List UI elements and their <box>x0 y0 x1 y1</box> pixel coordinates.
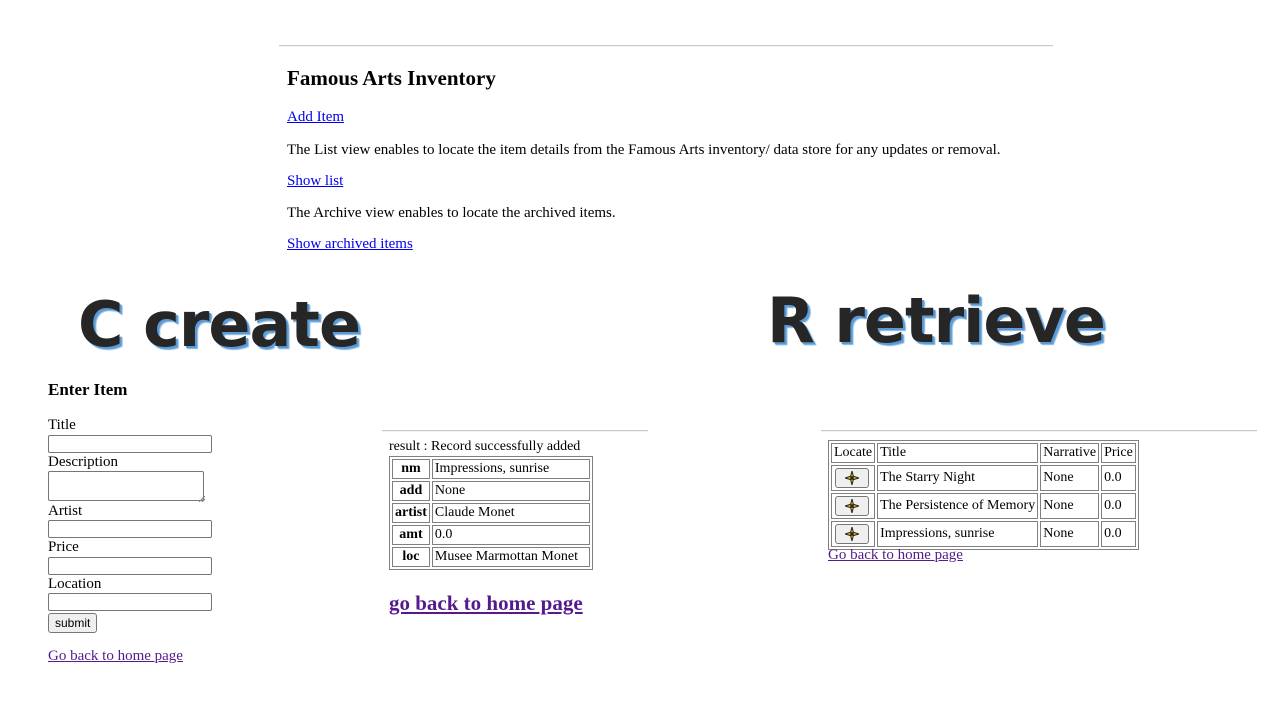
list-back-link[interactable]: Go back to home page <box>828 547 963 564</box>
archive-view-description: The Archive view enables to locate the a… <box>287 205 616 221</box>
locate-button[interactable] <box>835 496 869 516</box>
retrieve-heading: R retrieve <box>767 284 1106 357</box>
artist-input[interactable] <box>48 520 212 538</box>
result-back-link[interactable]: go back to home page <box>389 591 583 616</box>
location-input[interactable] <box>48 593 212 611</box>
price-input[interactable] <box>48 557 212 575</box>
result-divider <box>382 430 648 432</box>
price-cell: 0.0 <box>1101 465 1136 491</box>
sparkle-icon <box>845 499 859 513</box>
price-cell: 0.0 <box>1101 521 1136 547</box>
submit-button[interactable]: submit <box>48 613 98 633</box>
description-textarea[interactable] <box>48 471 204 501</box>
table-row: artist Claude Monet <box>392 503 590 523</box>
price-cell: 0.0 <box>1101 493 1136 519</box>
header-narrative: Narrative <box>1040 443 1100 463</box>
table-row: add None <box>392 481 590 501</box>
narrative-cell: None <box>1040 465 1100 491</box>
table-row: amt 0.0 <box>392 525 590 545</box>
sparkle-icon <box>845 471 859 485</box>
item-list-table: Locate Title Narrative Price The Starry … <box>828 440 1139 550</box>
show-list-link[interactable]: Show list <box>287 173 343 190</box>
table-row: nm Impressions, sunrise <box>392 459 590 479</box>
list-divider <box>821 430 1257 432</box>
title-input[interactable] <box>48 435 212 453</box>
location-label: Location <box>48 576 102 592</box>
title-cell: The Persistence of Memory <box>877 493 1039 519</box>
title-cell: Impressions, sunrise <box>877 521 1039 547</box>
locate-cell <box>831 521 876 547</box>
result-status: result : Record successfully added <box>389 439 581 454</box>
title-cell: The Starry Night <box>877 465 1039 491</box>
table-row: The Persistence of Memory None 0.0 <box>831 493 1136 519</box>
form-title: Enter Item <box>48 380 128 399</box>
table-row: The Starry Night None 0.0 <box>831 465 1136 491</box>
result-key-cell: amt <box>392 525 430 545</box>
result-key-cell: artist <box>392 503 430 523</box>
description-label: Description <box>48 454 118 470</box>
table-header-row: Locate Title Narrative Price <box>831 443 1136 463</box>
result-key-cell: loc <box>392 547 430 567</box>
list-view-description: The List view enables to locate the item… <box>287 142 1001 158</box>
home-divider <box>279 45 1053 47</box>
sparkle-icon <box>845 527 859 541</box>
result-value-cell: 0.0 <box>431 525 590 545</box>
description-textarea-wrap <box>48 471 206 503</box>
result-value-cell: Impressions, sunrise <box>431 459 590 479</box>
header-price: Price <box>1101 443 1136 463</box>
create-heading: C create <box>78 288 361 361</box>
result-value-cell: None <box>431 481 590 501</box>
form-back-link[interactable]: Go back to home page <box>48 648 183 665</box>
price-label: Price <box>48 539 79 555</box>
artist-label: Artist <box>48 503 83 519</box>
result-value-cell: Musee Marmottan Monet <box>431 547 590 567</box>
table-row: Impressions, sunrise None 0.0 <box>831 521 1136 547</box>
locate-button[interactable] <box>835 468 869 488</box>
page-title: Famous Arts Inventory <box>287 66 496 90</box>
result-key-cell: add <box>392 481 430 501</box>
locate-cell <box>831 465 876 491</box>
result-key-cell: nm <box>392 459 430 479</box>
narrative-cell: None <box>1040 521 1100 547</box>
title-label: Title <box>48 417 76 433</box>
resize-handle-icon[interactable] <box>199 496 205 502</box>
header-title: Title <box>877 443 1039 463</box>
show-archived-items-link[interactable]: Show archived items <box>287 236 413 253</box>
table-row: loc Musee Marmottan Monet <box>392 547 590 567</box>
header-locate: Locate <box>831 443 876 463</box>
narrative-cell: None <box>1040 493 1100 519</box>
result-value-cell: Claude Monet <box>431 503 590 523</box>
locate-button[interactable] <box>835 524 869 544</box>
result-table: nm Impressions, sunrise add None artist … <box>389 456 593 570</box>
locate-cell <box>831 493 876 519</box>
add-item-link[interactable]: Add Item <box>287 109 344 126</box>
